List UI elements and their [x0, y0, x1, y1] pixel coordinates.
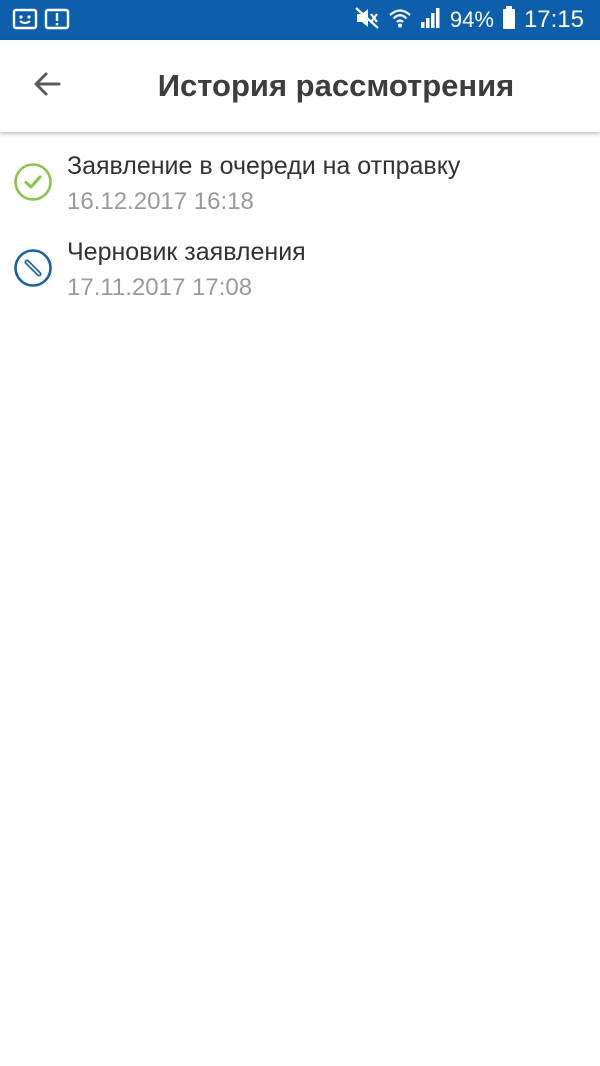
history-item-title: Черновик заявления [67, 238, 306, 266]
pencil-circle-icon [13, 248, 53, 288]
status-clock: 17:15 [523, 6, 584, 33]
history-item-date: 16.12.2017 16:18 [67, 188, 254, 215]
app-bar: История рассмотрения [0, 40, 600, 132]
signal-icon [420, 7, 442, 34]
mute-icon [354, 6, 380, 35]
history-item-draft[interactable]: Черновик заявления 17.11.2017 17:08 [0, 226, 600, 312]
history-item-title: Заявление в очереди на отправку [67, 152, 461, 180]
battery-percentage: 94% [449, 7, 494, 32]
history-item-date: 17.11.2017 17:08 [67, 274, 253, 301]
check-circle-icon [13, 162, 53, 202]
status-notifications [12, 7, 76, 33]
arrow-left-icon [31, 68, 63, 105]
history-item-queued[interactable]: Заявление в очереди на отправку 16.12.20… [0, 140, 600, 226]
alert-notification-icon [44, 7, 70, 33]
status-indicators: 94% 17:15 [346, 5, 584, 35]
page-title: История рассмотрения [157, 68, 515, 103]
status-bar: 94% 17:15 [0, 0, 600, 40]
back-button[interactable] [17, 56, 77, 116]
wifi-icon [388, 6, 412, 35]
history-list: Заявление в очереди на отправку 16.12.20… [0, 140, 600, 312]
smiley-notification-icon [12, 7, 38, 33]
battery-icon [502, 5, 516, 35]
